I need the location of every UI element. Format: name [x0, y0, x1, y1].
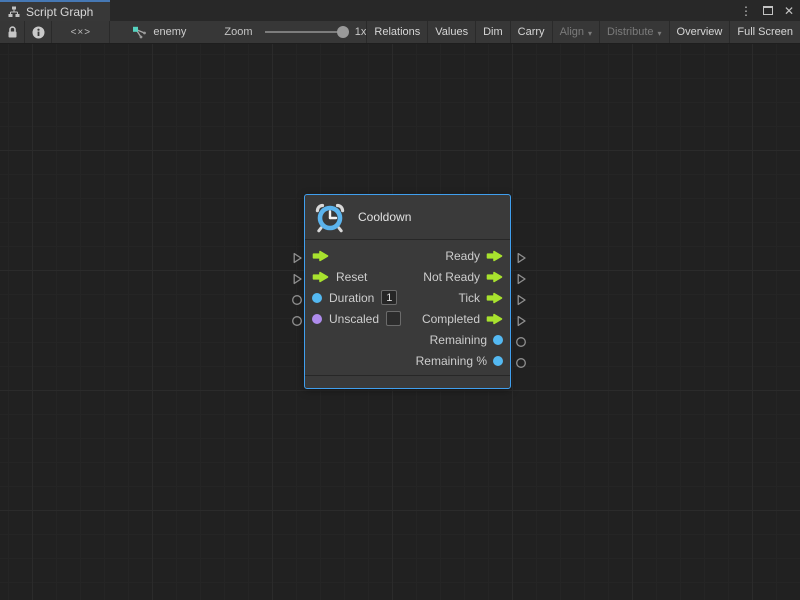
toolbar-button-label: Overview [677, 26, 723, 38]
graph-toolbar: <×> enemy Zoom 1x Relations Values Dim Carr… [0, 21, 800, 44]
value-port-dot [493, 335, 503, 345]
zoom-value: 1x [355, 21, 367, 43]
node-row: Duration 1 Tick [305, 287, 510, 308]
toolbar-button-label: Align [560, 26, 584, 38]
value-input-port-unscaled[interactable]: Unscaled [312, 311, 401, 326]
flow-output-port-ready[interactable]: Ready [445, 249, 503, 263]
toolbar-button-align[interactable]: Align ▾ [552, 21, 599, 43]
flow-input-port[interactable] [312, 250, 329, 262]
lock-icon [7, 26, 18, 39]
external-flow-output-port[interactable] [515, 314, 527, 326]
value-input-port-duration[interactable]: Duration 1 [312, 290, 397, 305]
external-value-output-port[interactable] [515, 356, 527, 368]
toolbar-button-dim[interactable]: Dim [475, 21, 510, 43]
tab-title: Script Graph [26, 5, 93, 19]
node-row: Unscaled Completed [305, 308, 510, 329]
dropdown-caret-icon: ▾ [588, 29, 592, 38]
flow-input-port-reset[interactable]: Reset [312, 270, 367, 284]
toolbar-button-carry[interactable]: Carry [510, 21, 552, 43]
external-flow-output-port[interactable] [515, 272, 527, 284]
toolbar-button-label: Carry [518, 26, 545, 38]
toolbar-button-distribute[interactable]: Distribute ▾ [599, 21, 668, 43]
title-bar: Script Graph ⋮ ✕ [0, 0, 800, 21]
port-label: Remaining % [416, 354, 487, 368]
inline-checkbox[interactable] [386, 311, 401, 326]
node-body: Ready Reset Not Ready Duration 1 Tick Unscaled… [305, 240, 510, 375]
value-port-dot [312, 293, 322, 303]
toolbar-button-label: Values [435, 26, 468, 38]
value-port-dot [493, 356, 503, 366]
kebab-menu-icon[interactable]: ⋮ [740, 5, 752, 17]
external-flow-input-port[interactable] [291, 251, 303, 263]
maximize-icon[interactable] [763, 6, 773, 15]
port-label: Remaining [430, 333, 487, 347]
node-row: Remaining [305, 329, 510, 350]
flow-arrow-icon [486, 271, 503, 283]
toolbar-button-relations[interactable]: Relations [366, 21, 427, 43]
cooldown-node[interactable]: Cooldown Ready Reset Not Ready Duration 1 Tic… [304, 194, 511, 389]
inline-value-field[interactable]: 1 [381, 290, 397, 305]
breadcrumb[interactable]: enemy [132, 21, 186, 43]
flow-arrow-icon [486, 292, 503, 304]
flow-output-port-completed[interactable]: Completed [422, 312, 503, 326]
external-flow-input-port[interactable] [291, 272, 303, 284]
script-graph-window: Script Graph ⋮ ✕ <×> [0, 0, 800, 600]
value-port-dot [312, 314, 322, 324]
toolbar-buttons: Relations Values Dim Carry Align ▾ Distribute ▾… [366, 21, 800, 43]
close-icon[interactable]: ✕ [784, 5, 794, 17]
port-label: Duration [329, 291, 374, 305]
value-output-port-remaining[interactable]: Remaining [430, 333, 503, 347]
node-title: Cooldown [358, 210, 411, 224]
clear-connection-button[interactable]: <×> [52, 21, 110, 43]
toolbar-button-label: Dim [483, 26, 503, 38]
value-output-port-remaining[interactable]: Remaining % [416, 354, 503, 368]
graph-hierarchy-icon [8, 6, 20, 18]
node-footer [305, 375, 510, 386]
zoom-label: Zoom [224, 21, 252, 43]
toolbar-button-label: Relations [374, 26, 420, 38]
flow-arrow-icon [486, 313, 503, 325]
flow-arrow-icon [312, 271, 329, 283]
port-label: Reset [336, 270, 367, 284]
external-value-input-port[interactable] [291, 314, 303, 326]
toolbar-button-label: Distribute [607, 26, 653, 38]
port-label: Not Ready [423, 270, 480, 284]
zoom-slider[interactable] [265, 31, 346, 33]
port-label: Completed [422, 312, 480, 326]
info-button[interactable] [25, 21, 52, 43]
flow-output-port-not-ready[interactable]: Not Ready [423, 270, 503, 284]
tab-script-graph[interactable]: Script Graph [0, 0, 110, 21]
alarm-clock-icon [313, 200, 347, 234]
node-header[interactable]: Cooldown [305, 195, 510, 240]
external-value-input-port[interactable] [291, 293, 303, 305]
port-label: Unscaled [329, 312, 379, 326]
graph-canvas[interactable]: Cooldown Ready Reset Not Ready Duration 1 Tic… [0, 44, 800, 600]
breadcrumb-label: enemy [153, 26, 186, 38]
flow-arrow-icon [312, 250, 329, 262]
external-flow-output-port[interactable] [515, 251, 527, 263]
dropdown-caret-icon: ▾ [658, 29, 662, 38]
node-row: Remaining % [305, 350, 510, 371]
port-label: Tick [458, 291, 480, 305]
info-icon [32, 26, 45, 39]
toolbar-button-overview[interactable]: Overview [669, 21, 730, 43]
port-label: Ready [445, 249, 480, 263]
external-value-output-port[interactable] [515, 335, 527, 347]
node-row: Ready [305, 245, 510, 266]
toolbar-button-values[interactable]: Values [427, 21, 475, 43]
toolbar-button-full-screen[interactable]: Full Screen [729, 21, 800, 43]
flow-arrow-icon [486, 250, 503, 262]
zoom-slider-handle[interactable] [337, 26, 349, 38]
graph-asset-icon [132, 26, 147, 39]
toolbar-button-label: Full Screen [737, 26, 793, 38]
lock-button[interactable] [0, 21, 25, 43]
window-controls: ⋮ ✕ [740, 0, 794, 21]
code-x-icon: <×> [71, 27, 92, 38]
flow-output-port-tick[interactable]: Tick [458, 291, 503, 305]
node-row: Reset Not Ready [305, 266, 510, 287]
external-flow-output-port[interactable] [515, 293, 527, 305]
